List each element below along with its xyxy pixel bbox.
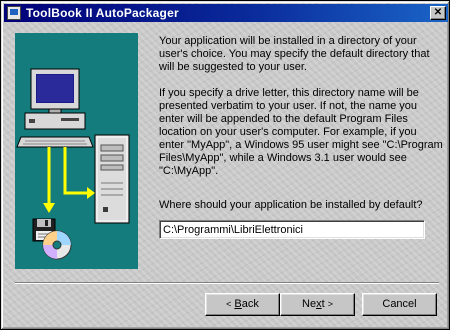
illustration-graphic — [16, 68, 130, 260]
cancel-button-label: Cancel — [382, 298, 417, 310]
back-button-accel: B — [234, 298, 242, 310]
back-arrow-icon: < — [226, 299, 232, 309]
close-button[interactable]: ✕ — [430, 6, 446, 20]
next-button-label-end: t — [321, 298, 325, 310]
title-bar[interactable]: ToolBook II AutoPackager ✕ — [4, 4, 448, 22]
cancel-button[interactable]: Cancel — [362, 293, 437, 316]
back-button[interactable]: < Back — [205, 293, 280, 316]
autopackager-window: ToolBook II AutoPackager ✕ Your applicat… — [0, 0, 450, 330]
arrow-right-head — [87, 187, 95, 199]
instructions-paragraph-2: If you specify a drive letter, this dire… — [159, 87, 443, 177]
install-location-prompt: Where should your application be install… — [159, 199, 423, 211]
button-separator — [15, 282, 439, 284]
arrow-graphics — [47, 147, 89, 205]
install-path-input[interactable] — [159, 220, 425, 239]
next-button-label-start: Ne — [302, 298, 317, 310]
app-icon — [7, 6, 21, 20]
tower-computer-icon — [94, 134, 130, 224]
desktop-computer-icon — [16, 68, 94, 148]
next-button[interactable]: Next > — [280, 293, 355, 316]
next-arrow-icon: > — [327, 299, 333, 309]
instructions: Your application will be installed in a … — [159, 35, 444, 191]
arrow-down-head — [43, 203, 55, 213]
close-icon: ✕ — [433, 7, 443, 18]
cd-rom-icon — [42, 230, 72, 260]
window-title: ToolBook II AutoPackager — [26, 6, 179, 20]
back-button-label: ack — [241, 298, 259, 310]
instructions-paragraph-1: Your application will be installed in a … — [159, 35, 430, 73]
setup-illustration — [15, 33, 138, 269]
